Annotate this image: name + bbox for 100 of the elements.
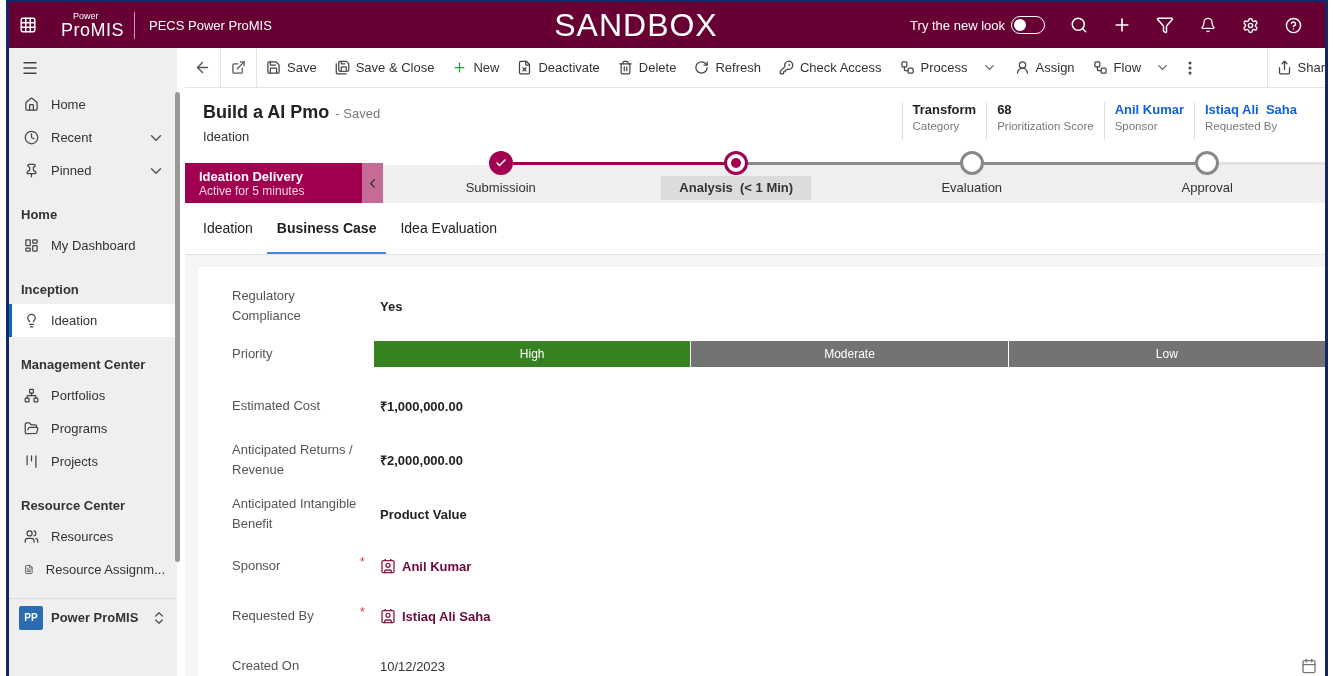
form-tab[interactable]: Business Case [266, 203, 387, 254]
calendar-icon[interactable] [1301, 658, 1317, 674]
command-button[interactable]: Check Access [769, 47, 891, 88]
filter-icon[interactable] [1155, 16, 1174, 34]
date-value: 10/12/2023 [380, 658, 446, 674]
required-mark: * [360, 605, 366, 619]
stage-marker[interactable] [724, 151, 749, 175]
sidebar-section-title: Inception [20, 281, 80, 299]
hierarchy-icon [24, 388, 39, 403]
field-label: Priority [232, 345, 274, 363]
command-button[interactable]: Deactivate [508, 47, 609, 88]
command-button[interactable]: Delete [608, 47, 686, 88]
form-tab[interactable]: Idea Evaluation [390, 203, 507, 254]
entity-name: Ideation [203, 129, 251, 144]
field-label: Anticipated Intangible Benefit [232, 495, 358, 533]
sidebar-item[interactable]: Resources [9, 520, 177, 553]
field-label: Anticipated Returns / Revenue [232, 441, 354, 479]
sidebar-item[interactable]: Programs [9, 412, 177, 445]
header-link[interactable]: Anil Kumar [1114, 102, 1184, 117]
field-value: Yes [380, 298, 403, 314]
sidebar-item[interactable]: Resource Assignm... [9, 553, 177, 586]
sidebar-section-title: Resource Center [20, 497, 127, 515]
save-icon [266, 60, 281, 75]
sidebar-item[interactable]: Home [9, 88, 177, 121]
stage-marker[interactable] [1195, 151, 1220, 175]
scrollbar[interactable] [175, 92, 180, 562]
priority-option[interactable]: High [374, 341, 691, 367]
search-icon[interactable] [1069, 16, 1088, 34]
header-value: 68 [997, 102, 1013, 117]
command-button[interactable]: Process [890, 47, 1006, 88]
stage-label[interactable]: Approval [1163, 176, 1251, 200]
sidebar-item[interactable]: Projects [9, 445, 177, 478]
field-label: Requested By [232, 607, 315, 625]
save-status: - Saved [335, 106, 381, 121]
stage-label[interactable]: Evaluation [923, 176, 1021, 200]
home-icon [24, 97, 39, 112]
priority-option[interactable]: Moderate [691, 341, 1008, 367]
stage-label[interactable]: Submissioin [447, 176, 554, 200]
process-icon [899, 60, 915, 75]
command-button[interactable]: Save & Close [325, 47, 444, 88]
contact-card-icon [380, 608, 396, 624]
app-name: PECS Power ProMIS [149, 17, 272, 33]
command-button[interactable]: Assign [1005, 47, 1084, 88]
sidebar-item[interactable]: Portfolios [9, 379, 177, 412]
document-icon [24, 562, 34, 577]
person-icon [1014, 60, 1030, 75]
field-label: Estimated Cost [232, 397, 322, 415]
field-label: Created On [232, 657, 301, 675]
more-icon [1188, 60, 1193, 75]
lookup-link[interactable]: Istiaq Ali Saha [380, 608, 491, 624]
pop-out-icon [231, 60, 246, 75]
document-x-icon [517, 60, 533, 75]
refresh-icon [694, 60, 710, 75]
app-launcher-icon[interactable] [19, 16, 37, 34]
share-button[interactable]: Shar [1266, 47, 1325, 88]
sidebar-item[interactable]: My Dashboard [9, 229, 177, 262]
header-value: Transform [912, 102, 977, 117]
plus-icon [452, 60, 468, 75]
arrow-left-icon [194, 59, 211, 76]
settings-icon[interactable] [1242, 16, 1259, 34]
sidebar-item[interactable]: Pinned [9, 154, 177, 187]
command-button[interactable]: Flow [1083, 47, 1180, 88]
command-button[interactable]: Refresh [685, 47, 770, 88]
command-button[interactable]: New [443, 47, 509, 88]
pin-icon [24, 163, 39, 178]
lookup-link[interactable]: Anil Kumar [380, 558, 472, 574]
form-tab[interactable]: Ideation [193, 203, 263, 254]
trash-icon [617, 60, 633, 75]
flow-icon [1092, 60, 1108, 75]
sidebar-section-title: Management Center [20, 356, 147, 374]
logo: Power ProMIS [61, 11, 135, 39]
contact-card-icon [380, 558, 396, 574]
header-link[interactable]: Istiaq Ali Saha [1205, 102, 1297, 117]
bell-icon[interactable] [1199, 17, 1216, 33]
priority-option[interactable]: Low [1008, 341, 1325, 367]
stage-label[interactable]: Analysis (< 1 Min) [661, 176, 812, 200]
command-button[interactable]: Save [257, 47, 326, 88]
folder-icon [24, 421, 39, 436]
save-close-icon [334, 60, 350, 75]
new-look-label: Try the new look [910, 17, 1005, 33]
header-label: Sponsor [1114, 120, 1159, 132]
area-switcher[interactable]: PP Power ProMIS [9, 598, 177, 636]
dashboard-icon [24, 238, 39, 253]
sidebar-item[interactable]: Recent [9, 121, 177, 154]
environment-label: SANDBOX [553, 6, 719, 44]
sidebar-section-title: Home [20, 206, 59, 224]
field-label: Regulatory Compliance [232, 287, 302, 325]
header-label: Requested By [1205, 120, 1279, 132]
help-icon[interactable] [1285, 16, 1302, 34]
field-value: Product Value [380, 506, 467, 522]
process-flyout[interactable]: Ideation Delivery Active for 5 minutes [185, 163, 362, 203]
lightbulb-icon [24, 313, 39, 328]
menu-icon[interactable] [21, 59, 39, 77]
record-title: Build a AI Pmo [203, 102, 330, 123]
field-value: ₹1,000,000.00 [380, 398, 463, 415]
key-icon [778, 60, 794, 75]
sidebar-item[interactable]: Ideation [9, 304, 177, 337]
clock-icon [24, 130, 39, 145]
people-icon [24, 529, 39, 544]
header-label: Category [912, 120, 961, 132]
